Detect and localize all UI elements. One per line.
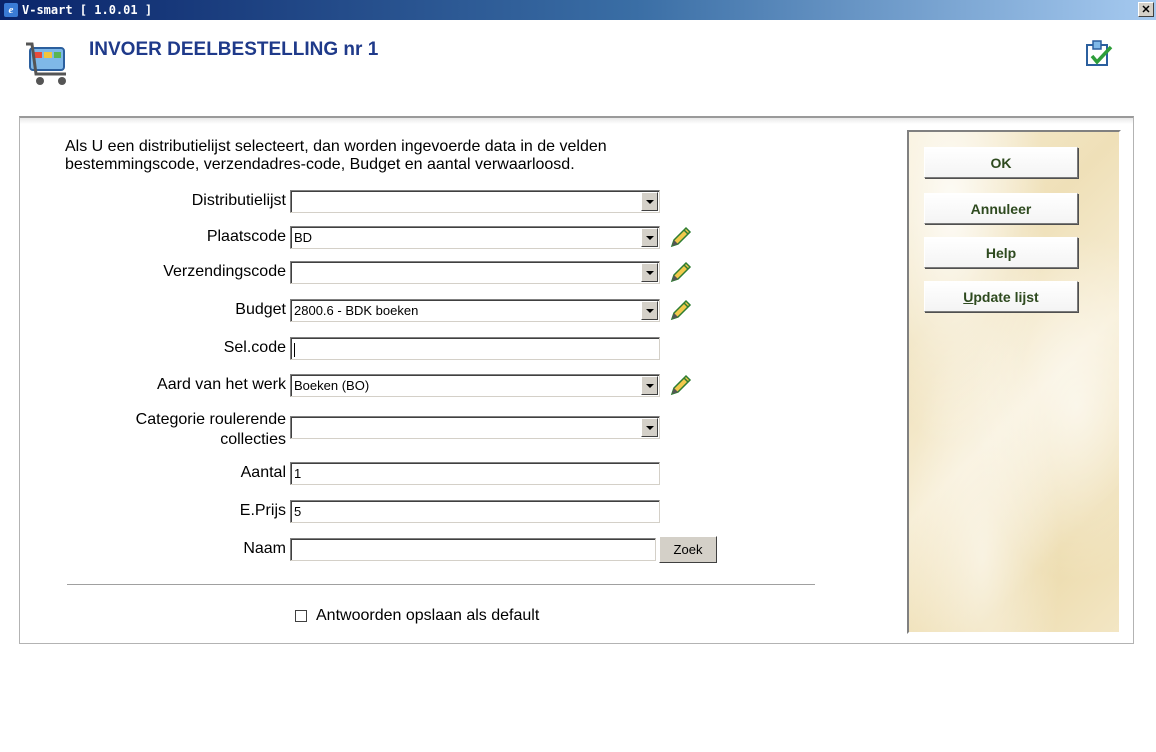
- close-button[interactable]: ✕: [1138, 2, 1154, 17]
- default-checkbox-row[interactable]: Antwoorden opslaan als default: [295, 607, 539, 625]
- pencil-icon[interactable]: [669, 298, 693, 322]
- eprijs-input[interactable]: 5: [290, 500, 660, 523]
- intro-text: Als U een distributielijst selecteert, d…: [65, 138, 607, 174]
- categorie-label-line-1: Categorie roulerende: [135, 411, 286, 428]
- chevron-down-icon[interactable]: [641, 301, 658, 320]
- window-title: V-smart [ 1.0.01 ]: [22, 3, 153, 17]
- verzendingscode-select[interactable]: [290, 261, 660, 284]
- distributielijst-label: Distributielijst: [191, 192, 286, 209]
- pencil-icon[interactable]: [669, 225, 693, 249]
- ie-icon: e: [4, 3, 18, 17]
- chevron-down-icon[interactable]: [641, 376, 658, 395]
- update-lijst-accesskey: U: [963, 288, 974, 305]
- help-button[interactable]: Help: [924, 237, 1078, 268]
- ok-button[interactable]: OK: [924, 147, 1078, 178]
- plaatscode-select[interactable]: BD: [290, 226, 660, 249]
- naam-input[interactable]: [290, 538, 656, 561]
- intro-line-2: bestemmingscode, verzendadres-code, Budg…: [65, 156, 575, 173]
- update-lijst-button[interactable]: Update lijst: [924, 281, 1078, 312]
- page-title: INVOER DEELBESTELLING nr 1: [89, 39, 379, 60]
- selcode-input[interactable]: [290, 337, 660, 360]
- distributielijst-select[interactable]: [290, 190, 660, 213]
- budget-label: Budget: [235, 301, 286, 318]
- eprijs-label: E.Prijs: [239, 502, 286, 519]
- verzendingscode-label: Verzendingscode: [163, 263, 286, 280]
- plaatscode-label: Plaatscode: [206, 228, 286, 245]
- pencil-icon[interactable]: [669, 373, 693, 397]
- pencil-icon[interactable]: [669, 260, 693, 284]
- shopping-cart-icon: [26, 42, 66, 85]
- chevron-down-icon[interactable]: [641, 228, 658, 247]
- budget-value: 2800.6 - BDK boeken: [294, 303, 419, 318]
- aard-select[interactable]: Boeken (BO): [290, 374, 660, 397]
- aantal-input[interactable]: 1: [290, 462, 660, 485]
- window-titlebar: e V-smart [ 1.0.01 ] ✕: [0, 0, 1156, 20]
- chevron-down-icon[interactable]: [641, 418, 658, 437]
- categorie-select[interactable]: [290, 416, 660, 439]
- default-checkbox-label[interactable]: Antwoorden opslaan als default: [316, 607, 539, 625]
- categorie-label-line-2: collecties: [220, 431, 286, 448]
- divider: [67, 584, 815, 586]
- intro-line-1: Als U een distributielijst selecteert, d…: [65, 138, 607, 155]
- checklist-icon[interactable]: [1084, 39, 1114, 69]
- update-lijst-label: pdate lijst: [973, 288, 1039, 305]
- default-checkbox[interactable]: [295, 610, 307, 622]
- aard-label: Aard van het werk: [157, 376, 286, 393]
- plaatscode-value: BD: [294, 230, 313, 245]
- chevron-down-icon[interactable]: [641, 192, 658, 211]
- zoek-button[interactable]: Zoek: [659, 536, 717, 563]
- aantal-label: Aantal: [240, 464, 286, 481]
- selcode-label: Sel.code: [223, 339, 286, 356]
- categorie-label: Categorie roulerende collecties: [90, 410, 286, 450]
- budget-select[interactable]: 2800.6 - BDK boeken: [290, 299, 660, 322]
- aard-value: Boeken (BO): [294, 378, 370, 393]
- text-cursor: [294, 342, 295, 357]
- chevron-down-icon[interactable]: [641, 263, 658, 282]
- page-header: [0, 20, 1156, 110]
- naam-label: Naam: [243, 540, 286, 557]
- annuleer-button[interactable]: Annuleer: [924, 193, 1078, 224]
